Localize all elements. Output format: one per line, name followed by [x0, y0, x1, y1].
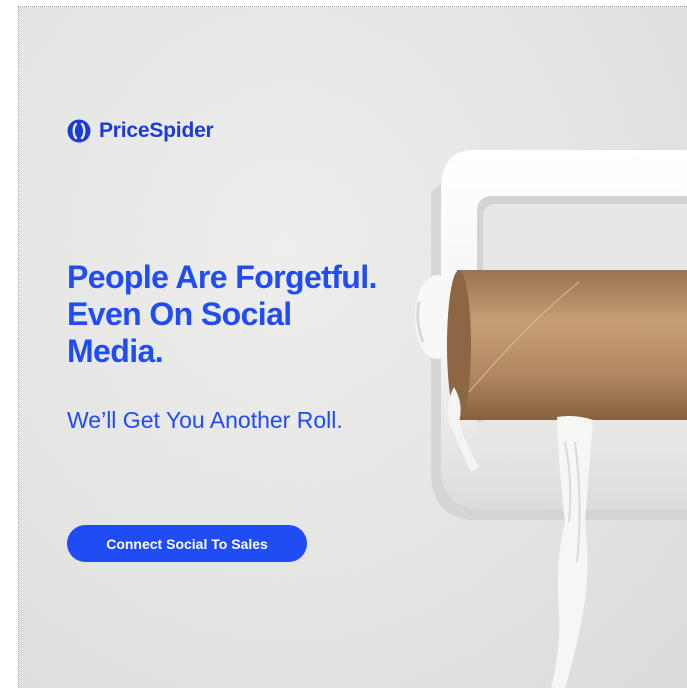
pricespider-logo-icon: [67, 119, 91, 143]
ad-subheadline: We’ll Get You Another Roll.: [67, 407, 343, 433]
brand-logo[interactable]: PriceSpider: [67, 119, 214, 143]
brand-name: PriceSpider: [99, 119, 214, 142]
toilet-paper-holder-image: [415, 150, 687, 688]
connect-social-to-sales-button[interactable]: Connect Social To Sales: [67, 525, 307, 562]
ad-frame: PriceSpider People Are Forgetful. Even O…: [18, 6, 687, 688]
ad-banner[interactable]: PriceSpider People Are Forgetful. Even O…: [19, 7, 687, 688]
ad-headline: People Are Forgetful. Even On Social Med…: [67, 259, 377, 369]
